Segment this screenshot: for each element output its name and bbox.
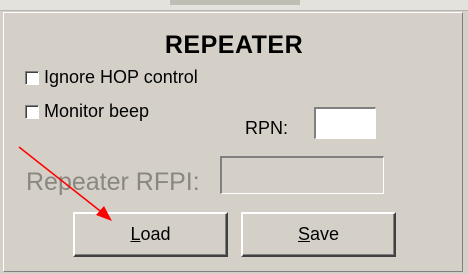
repeater-rfpi-label: Repeater RFPI: <box>26 168 200 196</box>
save-button[interactable]: Save <box>241 212 396 257</box>
save-button-accelerator: S <box>297 224 310 244</box>
save-button-label-rest: ave <box>309 224 340 244</box>
ignore-hop-row[interactable]: Ignore HOP control <box>25 67 198 88</box>
load-button-label-rest: oad <box>140 224 171 244</box>
load-button[interactable]: Load <box>73 212 228 257</box>
ignore-hop-checkbox[interactable] <box>25 70 39 85</box>
ignore-hop-label[interactable]: Ignore HOP control <box>44 67 198 88</box>
panel-title: REPEATER <box>164 31 304 59</box>
repeater-rfpi-input[interactable] <box>220 156 384 194</box>
monitor-beep-label[interactable]: Monitor beep <box>44 101 149 122</box>
monitor-beep-row[interactable]: Monitor beep <box>25 101 149 122</box>
top-frame-strip <box>0 0 468 11</box>
rpn-input[interactable] <box>314 107 376 139</box>
monitor-beep-checkbox[interactable] <box>25 104 39 119</box>
rpn-label: RPN: <box>245 118 289 138</box>
top-frame-notch <box>170 0 300 5</box>
load-button-accelerator: L <box>130 224 141 244</box>
